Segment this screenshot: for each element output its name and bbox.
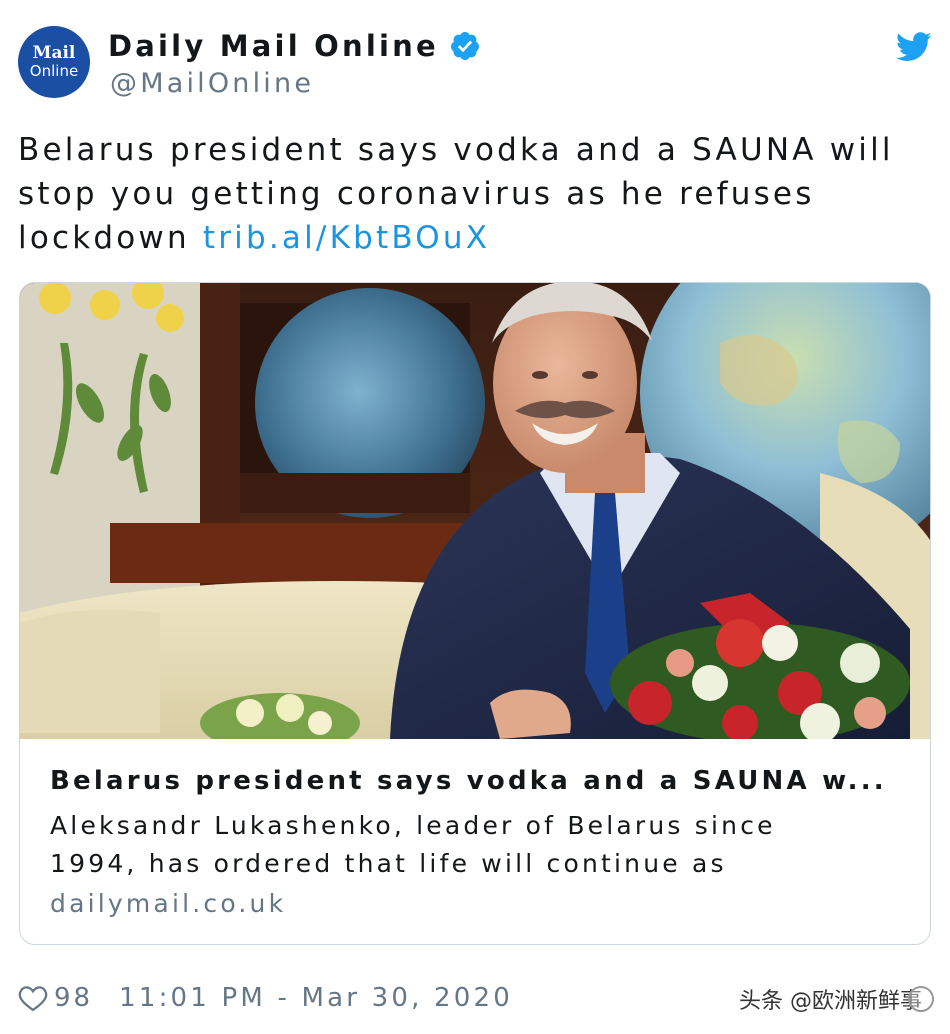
account-name-row: Daily Mail Online: [108, 26, 481, 66]
watermark-logo-icon: [908, 986, 934, 1012]
tweet-text-line: lockdown trib.al/KbtBOuX: [18, 216, 932, 260]
watermark: 头条 @欧洲新鲜事: [739, 983, 934, 1015]
account-handle[interactable]: @MailOnline: [110, 68, 314, 99]
account-avatar[interactable]: Mail Online: [18, 26, 90, 98]
tweet-text-fragment: lockdown: [18, 220, 203, 256]
twitter-bird-icon[interactable]: [896, 32, 932, 62]
article-photo[interactable]: [20, 283, 931, 739]
watermark-text: 头条 @欧洲新鲜事: [739, 989, 922, 1014]
tweet-text-line: Belarus president says vodka and a SAUNA…: [18, 132, 894, 168]
tweet-footer: 98 11:01 PM - Mar 30, 2020: [18, 978, 513, 1018]
card-description: Aleksandr Lukashenko, leader of Belarus …: [50, 807, 910, 883]
link-preview-card[interactable]: Belarus president says vodka and a SAUNA…: [19, 282, 931, 945]
like-count: 98: [54, 983, 94, 1013]
tweet-text: Belarus president says vodka and a SAUNA…: [18, 128, 932, 260]
card-domain: dailymail.co.uk: [50, 889, 287, 918]
card-description-line: 1994, has ordered that life will continu…: [50, 849, 727, 878]
verified-badge-icon: [450, 32, 479, 60]
tweet-short-link[interactable]: trib.al/KbtBOuX: [203, 220, 490, 256]
card-description-line: Aleksandr Lukashenko, leader of Belarus …: [50, 811, 776, 840]
avatar-logo-text-online: Online: [29, 61, 79, 80]
card-headline[interactable]: Belarus president says vodka and a SAUNA…: [50, 764, 910, 798]
account-display-name[interactable]: Daily Mail Online: [108, 29, 439, 63]
avatar-logo-text-mail: Mail: [32, 42, 76, 63]
heart-icon[interactable]: [18, 984, 48, 1012]
tweet-text-line: stop you getting coronavirus as he refus…: [18, 176, 815, 212]
tweet-timestamp[interactable]: 11:01 PM - Mar 30, 2020: [119, 983, 513, 1013]
